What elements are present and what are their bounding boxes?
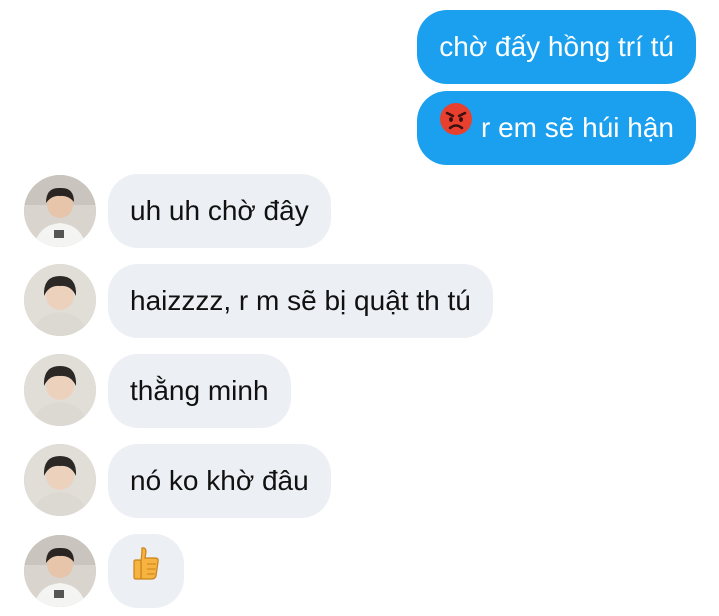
message-text: r em sẽ húi hận — [481, 112, 674, 143]
avatar[interactable] — [24, 535, 96, 607]
angry-face-icon — [439, 90, 473, 164]
message-text: chờ đấy hồng trí tú — [439, 31, 674, 62]
message-text: thằng minh — [130, 375, 269, 406]
incoming-message-bubble[interactable] — [108, 534, 184, 608]
thumbs-up-icon — [132, 534, 160, 608]
incoming-message-bubble[interactable]: uh uh chờ đây — [108, 174, 331, 248]
avatar[interactable] — [24, 264, 96, 336]
chat-thread: chờ đấy hồng trí tú r em sẽ húi hận uh u… — [0, 0, 719, 616]
outgoing-message-bubble[interactable]: r em sẽ húi hận — [417, 91, 696, 165]
message-text: uh uh chờ đây — [130, 195, 309, 226]
incoming-message-bubble[interactable]: thằng minh — [108, 354, 291, 428]
message-text: haizzzz, r m sẽ bị quật th tú — [130, 285, 471, 316]
avatar[interactable] — [24, 444, 96, 516]
incoming-message-bubble[interactable]: nó ko khờ đâu — [108, 444, 331, 518]
incoming-message-bubble[interactable]: haizzzz, r m sẽ bị quật th tú — [108, 264, 493, 338]
avatar[interactable] — [24, 175, 96, 247]
message-text: nó ko khờ đâu — [130, 465, 309, 496]
outgoing-message-bubble[interactable]: chờ đấy hồng trí tú — [417, 10, 696, 84]
avatar[interactable] — [24, 354, 96, 426]
